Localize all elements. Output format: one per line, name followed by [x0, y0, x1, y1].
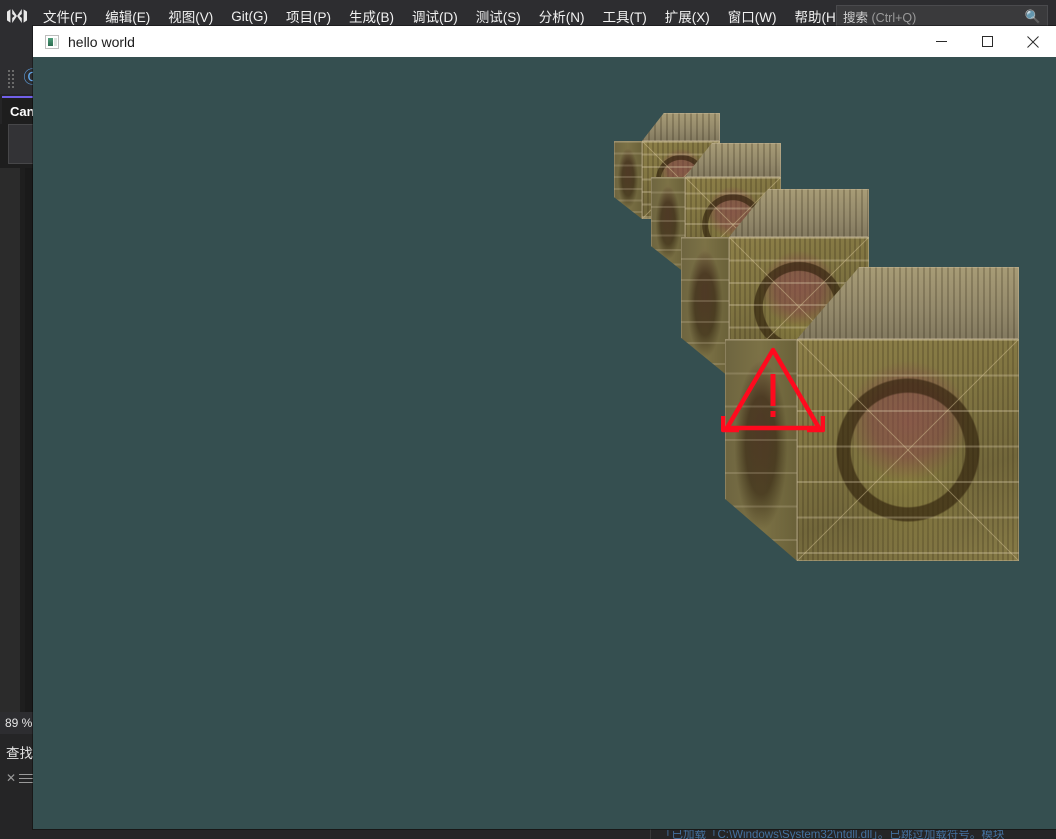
toolbar-grip-1[interactable]	[8, 70, 15, 90]
search-input[interactable]: 搜索 (Ctrl+Q) 🔍	[836, 5, 1048, 27]
search-icon[interactable]: 🔍	[1025, 10, 1041, 23]
app-title-bar[interactable]: hello world	[33, 26, 1056, 57]
app-window-title: hello world	[68, 33, 135, 50]
warning-triangle-icon	[721, 344, 825, 436]
zoom-level-indicator[interactable]: 89 %	[0, 716, 32, 730]
app-window-icon	[45, 34, 59, 49]
output-clipped-row: 「已加载「C:\Windows\System32\ntdll.dll」。已跳过加…	[660, 830, 1056, 839]
clear-list-icon[interactable]: ✕	[6, 772, 16, 784]
3d-render-canvas[interactable]: @51CTO博客	[33, 57, 1056, 829]
minimize-icon[interactable]	[918, 26, 964, 57]
search-shortcut: (Ctrl+Q)	[871, 10, 917, 25]
visual-studio-logo-icon	[0, 0, 34, 32]
search-label: 搜索	[843, 10, 869, 25]
close-icon[interactable]	[1010, 26, 1056, 57]
list-lines-icon	[19, 773, 34, 783]
maximize-icon[interactable]	[964, 26, 1010, 57]
document-tab-label: Can	[10, 103, 35, 119]
output-clipped-text: 「已加载「C:\Windows\System32\ntdll.dll」。已跳过加…	[660, 830, 1005, 839]
app-window-hello-world[interactable]: hello world	[33, 26, 1056, 829]
search-placeholder: 搜索 (Ctrl+Q)	[843, 7, 1025, 26]
editor-gutter	[0, 168, 20, 712]
